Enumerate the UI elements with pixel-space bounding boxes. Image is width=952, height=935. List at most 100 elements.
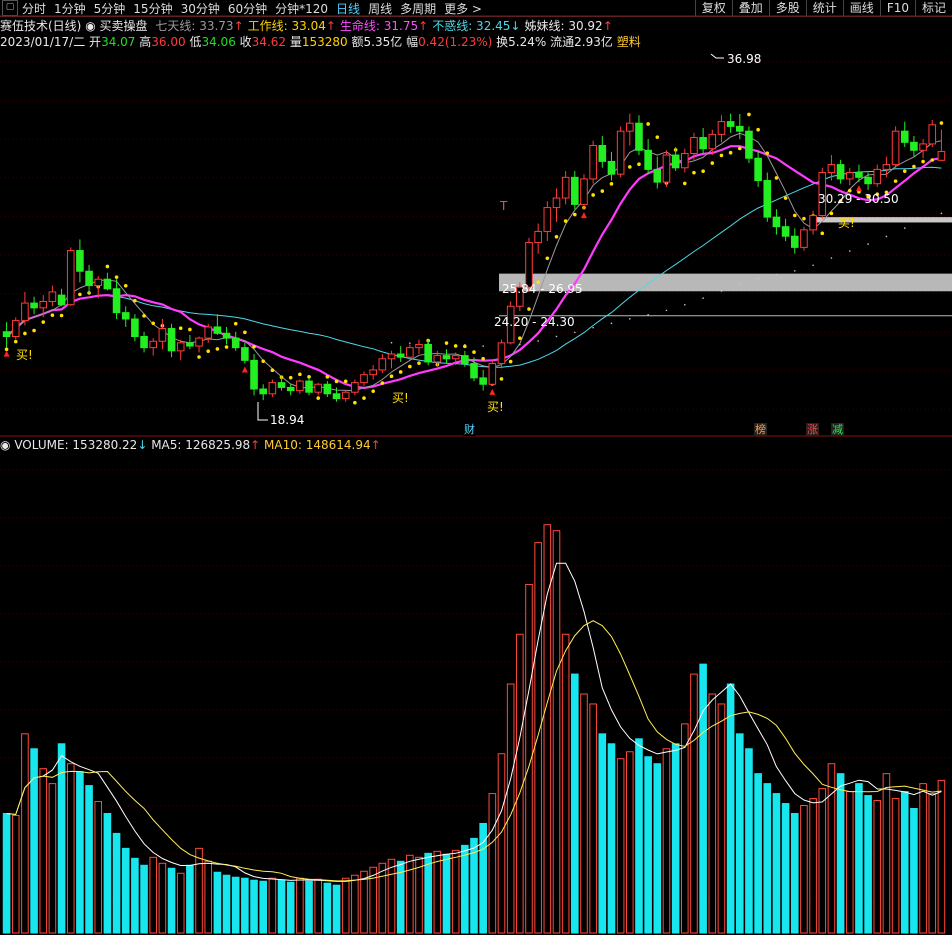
work-line-dot: [353, 400, 357, 405]
volume-bar: [360, 870, 368, 934]
volume-bar: [919, 783, 927, 934]
candle-body: [708, 133, 717, 150]
volume-bar: [451, 849, 460, 934]
candle-body: [131, 318, 139, 338]
work-line-dot: [23, 331, 27, 336]
sister-line-dot: [610, 322, 613, 325]
work-line-dot: [270, 368, 275, 373]
candle-body: [332, 393, 341, 400]
candle-body: [76, 250, 84, 272]
candle-body: [360, 374, 368, 384]
candle-body: [616, 130, 625, 175]
candle-body: [845, 172, 854, 180]
work-line-dot: [261, 359, 266, 363]
candle-body: [112, 288, 121, 314]
high-price-annotation: 36.98: [727, 52, 761, 66]
volume-bar: [296, 877, 304, 934]
candle-body: [415, 343, 423, 349]
work-line-dot: [380, 381, 385, 385]
candle-body: [580, 178, 588, 205]
work-line-dot: [774, 176, 779, 180]
work-line-dot: [701, 169, 705, 173]
candle-body: [882, 164, 891, 170]
event-badge-0[interactable]: 财: [463, 423, 476, 436]
volume-bar: [305, 880, 313, 934]
candle-body: [653, 168, 662, 183]
candle-body: [305, 380, 313, 393]
sister-line-dot: [812, 264, 814, 267]
sister-line-dot: [867, 243, 869, 245]
work-line-dot: [50, 313, 55, 317]
work-line-dot: [463, 344, 467, 349]
candle-body: [250, 359, 258, 390]
work-line-dot: [930, 158, 935, 162]
volume-bar: [332, 884, 341, 934]
work-line-dot: [921, 159, 925, 164]
work-line-dot: [499, 377, 504, 381]
candle-body: [39, 300, 48, 309]
work-line-dot: [802, 216, 806, 221]
work-line-dot: [371, 389, 375, 393]
work-line-dot: [197, 355, 201, 359]
volume-bar: [818, 788, 827, 934]
candle-body: [323, 383, 332, 395]
work-line-dot: [215, 347, 220, 351]
work-line-dot: [151, 321, 156, 326]
sister-line-dot: [592, 326, 594, 329]
volume-bar: [726, 683, 735, 934]
volume-bar: [937, 779, 946, 934]
event-badge-2[interactable]: 涨: [806, 423, 819, 436]
work-line-dot: [41, 320, 46, 324]
volume-bar: [195, 847, 203, 934]
candle-body: [699, 137, 707, 150]
candle-body: [891, 130, 900, 166]
work-line-dot: [59, 313, 64, 318]
candle-body: [121, 312, 130, 320]
work-line-dot: [224, 345, 229, 349]
volume-bar: [204, 860, 213, 934]
volume-bar: [433, 850, 442, 934]
volume-bar: [928, 793, 937, 934]
candle-body: [461, 355, 469, 365]
volume-bar: [809, 798, 817, 934]
event-badge-3[interactable]: 减: [831, 423, 844, 436]
candle-body: [809, 215, 817, 231]
sister-line-dot: [738, 283, 741, 285]
volume-bar: [21, 733, 29, 934]
candle-body: [433, 355, 442, 363]
stock-chart[interactable]: 买! 买! 买! 买! T 18.94 36.98 25.84 - 26.95 24.20 - …: [0, 0, 952, 935]
candle-body: [167, 328, 176, 352]
buy-signal-label: 买!: [392, 391, 409, 405]
volume-bar: [735, 733, 744, 934]
work-line-dot: [939, 121, 944, 125]
candle-body: [149, 340, 158, 349]
volume-bar: [800, 805, 808, 934]
volume-bar: [626, 751, 634, 934]
volume-bar: [616, 758, 625, 934]
work-line-dot: [142, 314, 146, 318]
candle-body: [424, 343, 432, 363]
volume-bar: [277, 879, 286, 934]
t-marker: T: [499, 199, 508, 213]
volume-bar: [497, 753, 506, 934]
sister-line-dot: [390, 341, 393, 344]
volume-bar: [644, 756, 652, 934]
event-badge-1[interactable]: 榜: [754, 423, 767, 436]
volume-bar: [39, 768, 48, 934]
candle-body: [635, 122, 643, 151]
candle-body: [928, 124, 937, 145]
candle-body: [919, 143, 927, 151]
volume-bar: [213, 871, 222, 934]
work-line-dot: [417, 361, 421, 365]
work-line-dot: [710, 161, 715, 165]
work-line-dot: [719, 153, 724, 158]
sister-line-dot: [629, 318, 631, 320]
volume-bar: [387, 858, 396, 934]
volume-bar: [561, 633, 570, 934]
candle-body: [561, 176, 570, 199]
sister-line-dot: [775, 273, 778, 276]
volume-bar: [222, 874, 231, 934]
work-line-dot: [252, 344, 256, 349]
candle-body: [442, 355, 451, 360]
candle-body: [296, 380, 304, 392]
